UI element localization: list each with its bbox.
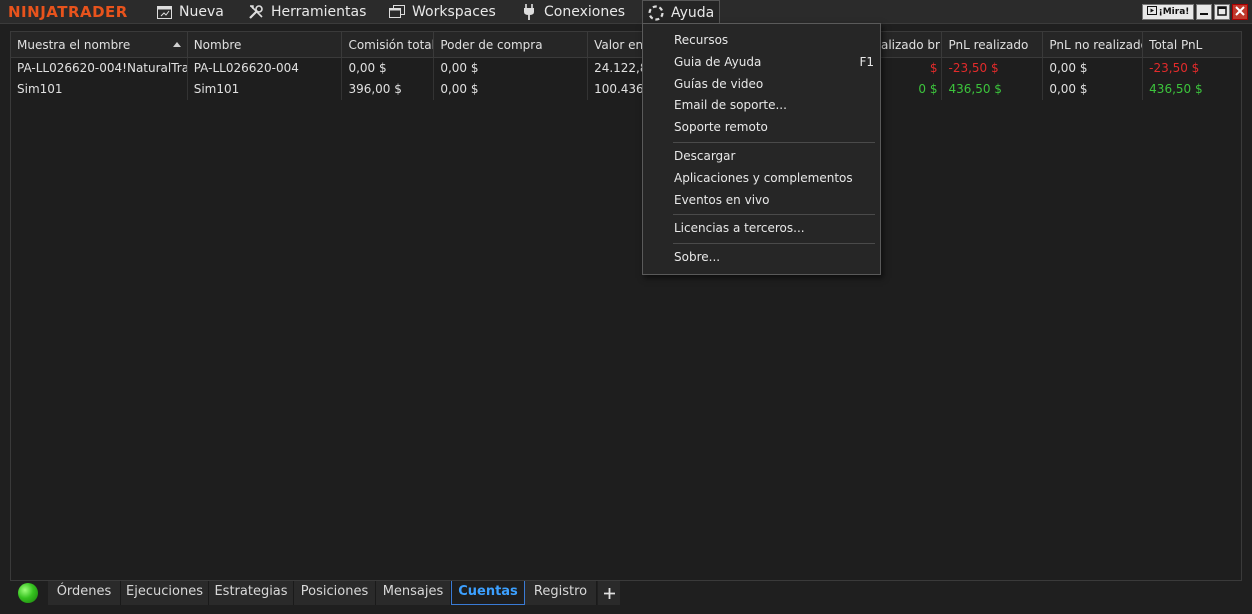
menu-nueva-label: Nueva (179, 4, 224, 20)
mira-button[interactable]: ¡Mira! (1142, 4, 1194, 20)
maximize-button[interactable] (1214, 4, 1230, 20)
menu-item-eventos-en-vivo[interactable]: Eventos en vivo (674, 193, 769, 207)
tab-cuentas[interactable]: Cuentas (451, 581, 525, 605)
tab-estrategias[interactable]: Estrategias (209, 581, 294, 605)
shortcut-f1: F1 (859, 55, 874, 69)
menu-conexiones-label: Conexiones (544, 4, 626, 20)
new-window-icon (156, 4, 172, 20)
mira-label: ¡Mira! (1158, 7, 1190, 17)
column-header-total-commission[interactable]: Comisión total (342, 32, 435, 58)
close-button[interactable] (1232, 4, 1248, 20)
menu-item-licencias[interactable]: Licencias a terceros... (674, 221, 805, 235)
menu-nueva[interactable]: Nueva (156, 0, 224, 24)
grid-header: Muestra el nombre Nombre Comisión total … (11, 32, 1241, 58)
close-icon (1235, 5, 1245, 19)
menu-item-sobre[interactable]: Sobre... (674, 250, 720, 264)
workspaces-icon (389, 4, 405, 20)
window-controls: ¡Mira! (1142, 4, 1248, 20)
menu-separator (673, 214, 875, 215)
ninjatrader-logo: NINJATRADER (8, 3, 128, 21)
sort-ascending-icon (172, 42, 181, 47)
menu-ayuda[interactable]: Ayuda (642, 0, 721, 24)
menu-herramientas[interactable]: Herramientas (248, 0, 366, 24)
plus-icon (603, 584, 615, 603)
tab-registro[interactable]: Registro (525, 581, 597, 605)
tools-icon (248, 4, 264, 20)
menu-bar: NINJATRADER Nueva Herramientas Workspace… (0, 0, 1252, 24)
column-header-total-pnl[interactable]: Total PnL (1143, 32, 1241, 58)
menu-item-soporte-remoto[interactable]: Soporte remoto (674, 120, 768, 134)
column-header-unrealized-pnl[interactable]: PnL no realizado (1043, 32, 1144, 58)
maximize-icon (1217, 5, 1227, 19)
connection-status-icon (18, 583, 38, 603)
minimize-icon (1199, 5, 1209, 19)
menu-herramientas-label: Herramientas (271, 4, 367, 20)
menu-workspaces-label: Workspaces (412, 4, 496, 20)
menu-ayuda-label: Ayuda (671, 4, 715, 21)
menu-workspaces[interactable]: Workspaces (389, 0, 496, 24)
menu-item-recursos[interactable]: Recursos (674, 33, 728, 47)
menu-item-aplicaciones[interactable]: Aplicaciones y complementos (674, 171, 853, 185)
menu-separator (673, 243, 875, 244)
add-tab-button[interactable] (598, 581, 620, 605)
menu-item-descargar[interactable]: Descargar (674, 149, 735, 163)
menu-item-guia-de-ayuda[interactable]: Guia de Ayuda (674, 55, 761, 69)
minimize-button[interactable] (1196, 4, 1212, 20)
tab-ejecuciones[interactable]: Ejecuciones (121, 581, 209, 605)
accounts-grid: Muestra el nombre Nombre Comisión total … (10, 31, 1242, 581)
table-row[interactable]: Sim101 Sim101 396,00 $ 0,00 $ 100.436,5 … (11, 79, 1241, 100)
column-header-buying-power[interactable]: Poder de compra (434, 32, 589, 58)
tab-ordenes[interactable]: Órdenes (48, 581, 121, 605)
menu-conexiones[interactable]: Conexiones (521, 0, 625, 24)
video-icon (1146, 6, 1157, 18)
plug-icon (521, 4, 537, 20)
menu-item-email-de-soporte[interactable]: Email de soporte... (674, 98, 787, 112)
menu-separator (673, 142, 875, 143)
table-row[interactable]: PA-LL026620-004!NaturalTradin PA-LL02662… (11, 58, 1241, 79)
tab-posiciones[interactable]: Posiciones (294, 581, 376, 605)
bottom-tab-bar: Órdenes Ejecuciones Estrategias Posicion… (10, 581, 1242, 605)
menu-item-guias-de-video[interactable]: Guías de video (674, 77, 763, 91)
help-lifebuoy-icon (648, 4, 664, 21)
help-dropdown-menu: Recursos Guia de Ayuda F1 Guías de video… (642, 23, 881, 275)
column-header-realized-pnl[interactable]: PnL realizado (942, 32, 1044, 58)
column-header-name[interactable]: Nombre (188, 32, 343, 58)
column-header-display-name[interactable]: Muestra el nombre (11, 32, 188, 58)
tab-mensajes[interactable]: Mensajes (376, 581, 451, 605)
